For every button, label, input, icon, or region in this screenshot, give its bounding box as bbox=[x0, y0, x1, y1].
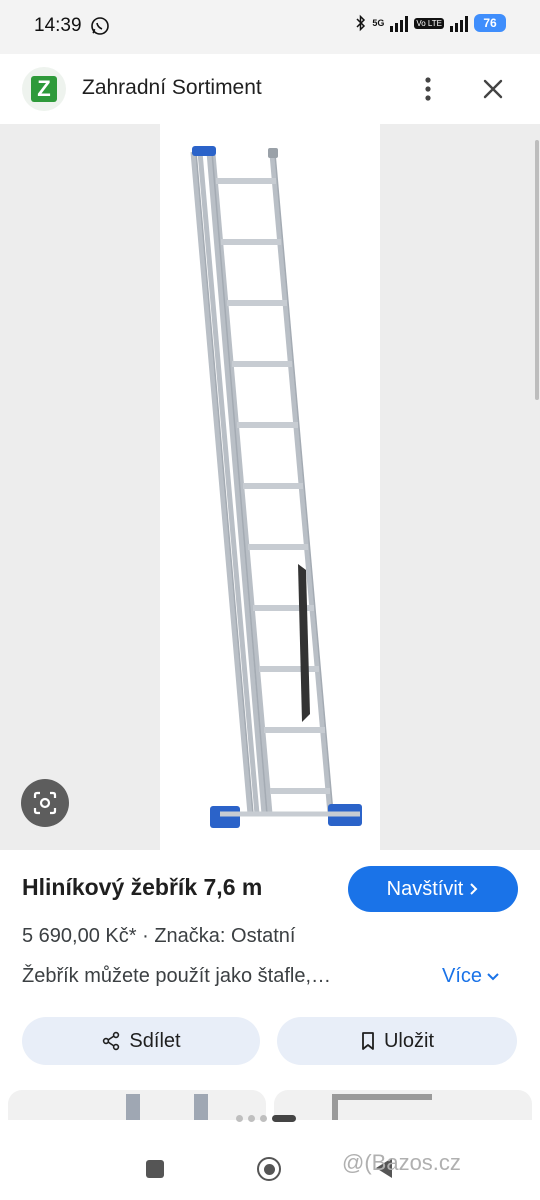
product-description: Žebřík můžete použít jako štafle,… bbox=[22, 965, 332, 987]
battery-icon: 76 bbox=[474, 14, 506, 32]
share-icon bbox=[103, 1031, 120, 1051]
product-meta: 5 690,00 Kč* · Značka: Ostatní bbox=[22, 925, 295, 948]
scrollbar[interactable] bbox=[535, 140, 539, 400]
status-time: 14:39 bbox=[34, 15, 82, 36]
home-button[interactable] bbox=[257, 1157, 281, 1181]
signal-icon bbox=[390, 14, 409, 32]
carousel-dot bbox=[236, 1115, 243, 1122]
more-link-label: Více bbox=[442, 965, 483, 987]
whatsapp-icon bbox=[91, 17, 109, 35]
lens-icon bbox=[33, 791, 57, 815]
bluetooth-icon bbox=[356, 14, 366, 32]
share-button[interactable]: Sdílet bbox=[22, 1017, 260, 1065]
carousel-dot bbox=[248, 1115, 255, 1122]
related-image-card[interactable] bbox=[8, 1090, 266, 1120]
carousel-indicator bbox=[236, 1115, 296, 1122]
product-brand: Značka: Ostatní bbox=[154, 925, 296, 947]
home-icon bbox=[263, 1163, 275, 1175]
product-image[interactable] bbox=[160, 124, 380, 850]
network-type-label: 5G bbox=[372, 18, 385, 28]
chevron-right-icon bbox=[470, 883, 478, 895]
site-header: Z Zahradní Sortiment bbox=[0, 54, 540, 124]
save-button[interactable]: Uložit bbox=[277, 1017, 517, 1065]
visit-button-label: Navštívit bbox=[386, 877, 464, 900]
meta-separator: · bbox=[142, 925, 155, 947]
product-title: Hliníkový žebřík 7,6 m bbox=[22, 874, 263, 900]
site-logo-letter: Z bbox=[31, 76, 57, 102]
close-icon[interactable] bbox=[476, 72, 510, 106]
status-bar: 14:39 5G Vo LTE 76 bbox=[0, 0, 540, 54]
related-image-card[interactable] bbox=[274, 1090, 532, 1120]
related-image-thumbnail bbox=[126, 1094, 208, 1120]
product-price: 5 690,00 Kč* bbox=[22, 925, 137, 947]
recents-button[interactable] bbox=[146, 1160, 164, 1178]
more-link[interactable]: Více bbox=[442, 965, 500, 988]
carousel-dot-active bbox=[272, 1115, 296, 1122]
carousel-dot bbox=[260, 1115, 267, 1122]
image-viewer[interactable] bbox=[0, 124, 540, 850]
chevron-down-icon bbox=[487, 972, 499, 980]
site-logo: Z bbox=[22, 67, 66, 111]
share-button-label: Sdílet bbox=[129, 1029, 181, 1052]
site-name: Zahradní Sortiment bbox=[82, 76, 262, 99]
volte-label: Vo LTE bbox=[414, 17, 444, 29]
visit-button[interactable]: Navštívit bbox=[348, 866, 518, 912]
google-lens-button[interactable] bbox=[21, 779, 69, 827]
ladder-illustration bbox=[190, 146, 362, 828]
signal-icon-2 bbox=[450, 14, 468, 32]
save-button-label: Uložit bbox=[383, 1029, 434, 1052]
more-options-icon[interactable] bbox=[414, 72, 442, 106]
related-image-thumbnail bbox=[332, 1094, 432, 1120]
bookmark-icon bbox=[362, 1032, 374, 1050]
watermark: @(Bazos.cz bbox=[342, 1150, 461, 1175]
